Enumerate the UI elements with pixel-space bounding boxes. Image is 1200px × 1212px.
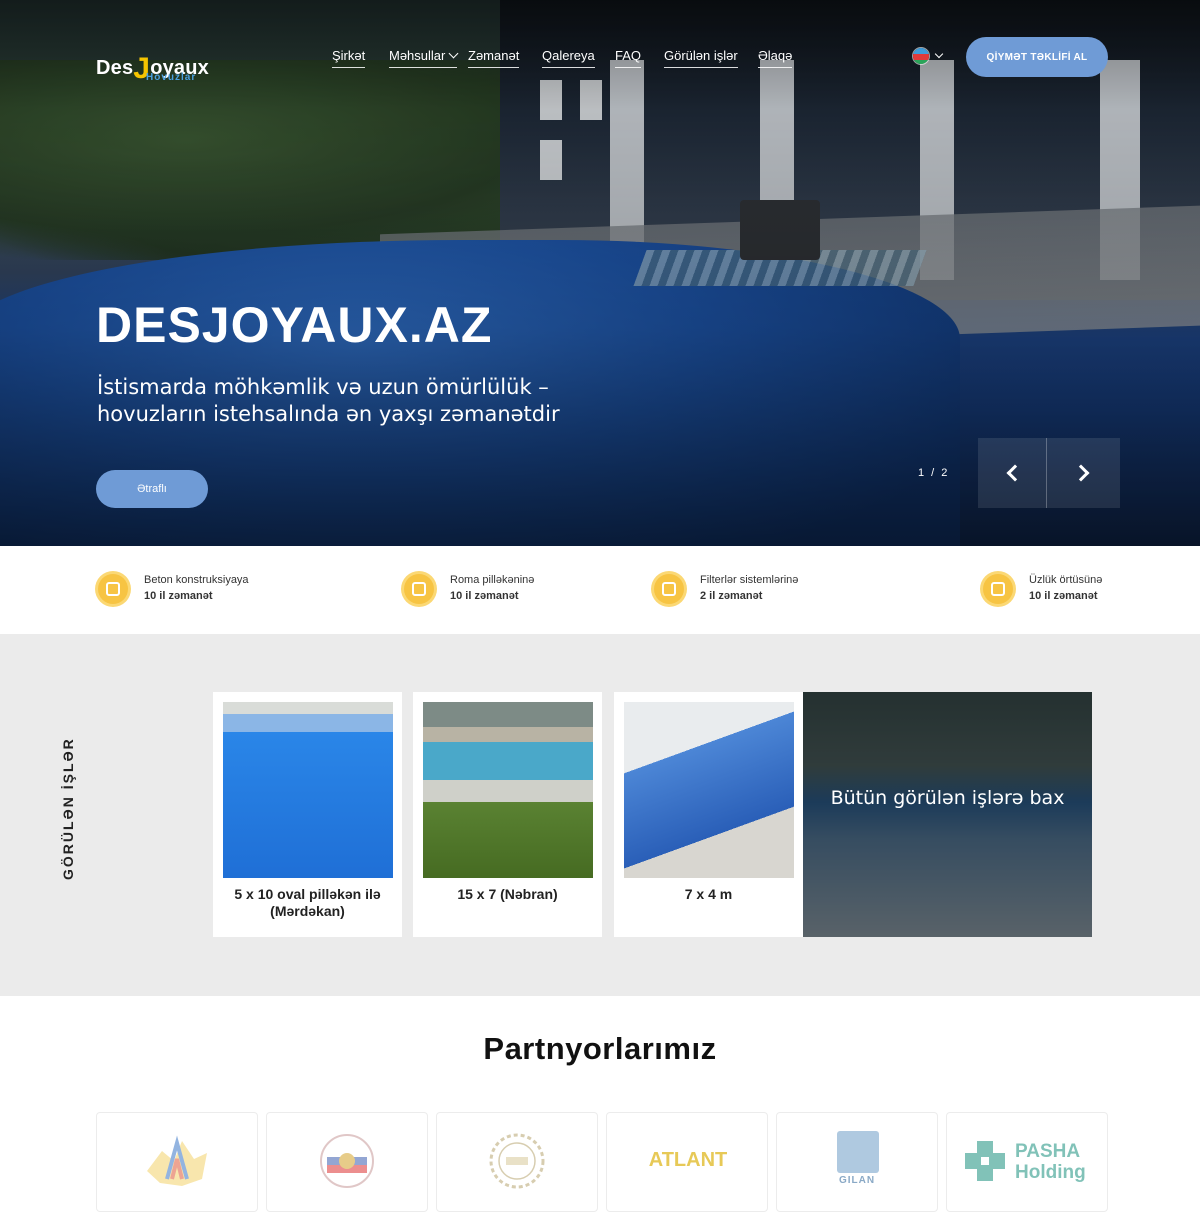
guarantee-term: 10 il zəmanət bbox=[450, 590, 519, 602]
guarantee-title: Roma pilləkəninə bbox=[450, 574, 535, 586]
chevron-down-icon bbox=[448, 48, 459, 59]
quote-button[interactable]: QİYMƏT TƏKLİFİ AL bbox=[966, 37, 1108, 77]
partner-logo[interactable]: GILAN bbox=[776, 1112, 938, 1212]
work-photo bbox=[423, 702, 593, 878]
partner-name: PASHA Holding bbox=[1015, 1141, 1086, 1183]
pool-cover-badge-icon bbox=[981, 572, 1015, 606]
more-button[interactable]: Ətraflı bbox=[96, 470, 208, 508]
guarantee-term: 10 il zəmanət bbox=[144, 590, 213, 602]
partner-name: ATLANT bbox=[648, 1149, 728, 1171]
stairs-badge-icon bbox=[402, 572, 436, 606]
laurel-seal-logo bbox=[489, 1133, 545, 1189]
nav-item-faq[interactable]: FAQ bbox=[615, 48, 642, 68]
mountain-icon bbox=[837, 1131, 879, 1173]
work-card[interactable]: 15 x 7 (Nəbran) bbox=[413, 692, 602, 937]
chevron-right-icon bbox=[1072, 464, 1090, 482]
work-card[interactable]: 5 x 10 oval pilləkən ilə (Mərdəkan) bbox=[213, 692, 402, 937]
guarantee-title: Beton konstruksiyaya bbox=[144, 574, 249, 586]
works-section: GÖRÜLƏN İŞLƏR 5 x 10 oval pilləkən ilə (… bbox=[0, 634, 1200, 996]
work-caption: 15 x 7 (Nəbran) bbox=[457, 886, 558, 902]
nav-item-mehsullar[interactable]: Məhsullar bbox=[389, 48, 459, 68]
hand-badge-icon bbox=[96, 572, 130, 606]
partner-logo[interactable]: PASHA Holding bbox=[946, 1112, 1108, 1212]
partners-title: Partnyorlarımız bbox=[483, 1031, 717, 1066]
guarantee-term: 2 il zəmanət bbox=[700, 590, 763, 602]
work-photo bbox=[223, 702, 393, 878]
prev-slide-button[interactable] bbox=[978, 438, 1046, 508]
nav-item-qalereya[interactable]: Qalereya bbox=[542, 48, 595, 68]
works-section-label: GÖRÜLƏN İŞLƏR bbox=[60, 737, 76, 880]
hero-title: DESJOYAUX.AZ bbox=[96, 297, 493, 353]
view-all-works-card[interactable]: Bütün görülən işlərə bax bbox=[803, 692, 1092, 937]
azerbaijan-map-logo bbox=[147, 1135, 207, 1186]
view-all-works-label: Bütün görülən işlərə bax bbox=[830, 787, 1065, 809]
nav-item-mehsullar-label: Məhsullar bbox=[389, 48, 446, 63]
russia-emblem-logo bbox=[320, 1134, 374, 1188]
work-photo bbox=[624, 702, 794, 878]
nav-item-zemanet[interactable]: Zəmanət bbox=[468, 48, 520, 68]
filter-badge-icon bbox=[652, 572, 686, 606]
guarantee-strip: Beton konstruksiyaya 10 il zəmanət Roma … bbox=[0, 546, 1200, 634]
azerbaijan-flag-icon[interactable] bbox=[912, 47, 930, 65]
guarantee-term: 10 il zəmanət bbox=[1029, 590, 1098, 602]
next-slide-button[interactable] bbox=[1047, 438, 1120, 508]
work-caption: 7 x 4 m bbox=[684, 886, 733, 902]
chevron-left-icon bbox=[1006, 464, 1023, 482]
partner-logo[interactable] bbox=[96, 1112, 258, 1212]
work-caption: 5 x 10 oval pilləkən ilə (Mərdəkan) bbox=[234, 886, 381, 919]
logo[interactable]: DesJoyaux Hovuzlar bbox=[96, 30, 216, 86]
nav-item-elaqe[interactable]: Əlaqə bbox=[758, 48, 793, 68]
logo-text: Des bbox=[96, 57, 134, 79]
partner-logo[interactable] bbox=[266, 1112, 428, 1212]
hero-subtitle: İstismarda möhkəmlik və uzun ömürlülük –… bbox=[97, 375, 560, 426]
logo-subtitle: Hovuzlar bbox=[146, 72, 197, 83]
guarantee-title: Filterlər sistemlərinə bbox=[700, 574, 799, 586]
slide-counter: 1 / 2 bbox=[918, 467, 950, 479]
work-card[interactable]: 7 x 4 m bbox=[614, 692, 803, 937]
guarantee-title: Üzlük örtüsünə bbox=[1029, 574, 1103, 586]
partner-name: GILAN bbox=[838, 1175, 876, 1186]
partner-logo[interactable]: ATLANT bbox=[606, 1112, 768, 1212]
partner-logo[interactable] bbox=[436, 1112, 598, 1212]
nav-item-sirket[interactable]: Şirkət bbox=[332, 48, 366, 68]
nav-item-gorulen-isler[interactable]: Görülən işlər bbox=[664, 48, 738, 68]
pasha-star-icon bbox=[965, 1141, 1005, 1181]
